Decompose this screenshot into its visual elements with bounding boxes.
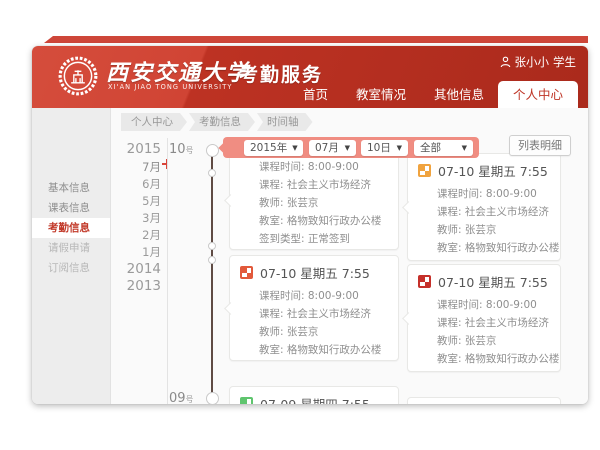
month-dropdown[interactable]: 07月 ▼ — [309, 140, 356, 156]
main-content: 个人中心 考勤信息 时间轴 2015 7月 6月 5月 3月 2月 1月 201… — [110, 108, 588, 404]
timeline-nav-mar[interactable]: 3月 — [111, 210, 161, 226]
sidebar: 基本信息 课表信息 考勤信息 请假申请 订阅信息 — [32, 108, 110, 404]
card-line: 课程时间: 8:00-9:00 — [418, 296, 550, 314]
user-account[interactable]: 张小小 学生 — [500, 55, 577, 69]
nav-personal-center[interactable]: 个人中心 — [498, 81, 578, 108]
attendance-status-icon — [418, 275, 431, 288]
card-date-title: 07-10 星期五 7:55 — [438, 161, 548, 180]
card-line: 教师: 张芸京 — [418, 221, 550, 239]
year-dropdown[interactable]: 2015年 ▼ — [244, 140, 303, 156]
card-line: 课程: 社会主义市场经济 — [418, 203, 550, 221]
card-line: 教师: 张芸京 — [418, 332, 550, 350]
card-line: 签到类型: 正常签到 — [418, 368, 550, 371]
timeline-nav-feb[interactable]: 2月 — [111, 227, 161, 243]
main-nav: 首页 教室情况 其他信息 个人中心 — [289, 81, 578, 108]
nav-classrooms[interactable]: 教室情况 — [342, 81, 420, 108]
breadcrumb-personal-center[interactable]: 个人中心 — [121, 113, 187, 131]
type-dropdown[interactable]: 全部 ▼ — [414, 140, 473, 156]
card-line: 课程时间: 8:00-9:00 — [240, 158, 388, 176]
timeline-node-big-top — [206, 144, 219, 157]
card-line: 教室: 格物致知行政办公楼 — [418, 350, 550, 368]
timeline-axis — [211, 150, 213, 404]
sidebar-item-leave-request[interactable]: 请假申请 — [32, 238, 110, 258]
breadcrumb-attendance-info[interactable]: 考勤信息 — [189, 113, 255, 131]
attendance-card-1: 课程时间: 8:00-9:00 课程: 社会主义市场经济 教师: 张芸京 教室:… — [229, 150, 399, 250]
card-line: 签到类型: 正常签到 — [418, 257, 550, 260]
card-line: 教室: 格物致知行政办公楼 — [240, 341, 388, 359]
attendance-card-2: 07-10 星期五 7:55 课程时间: 8:00-9:00 课程: 社会主义市… — [407, 153, 561, 261]
top-accent-ribbon — [44, 36, 588, 43]
timeline-node-small-3 — [208, 256, 216, 264]
timeline-nav-jan[interactable]: 1月 — [111, 244, 161, 260]
month-dropdown-value: 07月 — [315, 140, 339, 155]
university-name-en: XI'AN JIAO TONG UNIVERSITY — [108, 83, 233, 91]
card-line: 教室: 格物致知行政办公楼 — [418, 239, 550, 257]
breadcrumb: 个人中心 考勤信息 时间轴 — [121, 113, 315, 131]
app-window: 西安交通大学 XI'AN JIAO TONG UNIVERSITY 考勤服务 张… — [32, 46, 588, 404]
xjtu-emblem-logo — [57, 55, 99, 97]
sidebar-item-attendance-info[interactable]: 考勤信息 — [32, 218, 110, 238]
day-marker-10: 10号 — [169, 142, 194, 157]
attendance-card-5: 07-09 星期四 7:55 — [229, 386, 399, 404]
chevron-down-icon: ▼ — [462, 144, 467, 152]
timeline-nav-2013[interactable]: 2013 — [111, 278, 161, 294]
timeline-nav-jul[interactable]: 7月 — [111, 159, 161, 175]
card-date-title: 07-09 星期四 7:55 — [260, 394, 370, 404]
card-line: 课程: 社会主义市场经济 — [240, 176, 388, 194]
day-dropdown[interactable]: 10日 ▼ — [361, 140, 408, 156]
card-line: 课程时间: 8:00-9:00 — [240, 287, 388, 305]
timeline-nav-jun[interactable]: 6月 — [111, 176, 161, 192]
nav-home[interactable]: 首页 — [289, 81, 342, 108]
person-icon — [500, 56, 511, 68]
timeline-node-small-1 — [208, 169, 216, 177]
chevron-down-icon: ▼ — [292, 144, 297, 152]
app-header: 西安交通大学 XI'AN JIAO TONG UNIVERSITY 考勤服务 张… — [32, 46, 588, 108]
date-filter-bar: 2015年 ▼ 07月 ▼ 10日 ▼ 全部 ▼ — [223, 137, 479, 158]
list-detail-button[interactable]: 列表明细 — [509, 135, 571, 156]
nav-other-info[interactable]: 其他信息 — [420, 81, 498, 108]
card-line: 签到类型: 正常签到 — [240, 359, 388, 360]
card-line: 课程: 社会主义市场经济 — [418, 314, 550, 332]
card-line: 教师: 张芸京 — [240, 194, 388, 212]
attendance-status-icon — [240, 266, 253, 279]
chevron-down-icon: ▼ — [345, 144, 350, 152]
attendance-status-icon — [418, 164, 431, 177]
user-role: 学生 — [553, 54, 576, 70]
page: 西安交通大学 XI'AN JIAO TONG UNIVERSITY 考勤服务 张… — [0, 0, 600, 450]
attendance-card-4: 07-10 星期五 7:55 课程时间: 8:00-9:00 课程: 社会主义市… — [407, 264, 561, 372]
user-name: 张小小 — [515, 54, 550, 70]
chevron-down-icon: ▼ — [397, 144, 402, 152]
attendance-status-icon — [240, 397, 253, 404]
day-marker-09: 09号 — [169, 391, 194, 404]
type-dropdown-value: 全部 — [420, 140, 441, 155]
attendance-card-6 — [407, 397, 561, 404]
timeline-nav-divider — [167, 138, 168, 404]
card-line: 教师: 张芸京 — [240, 323, 388, 341]
card-date-title: 07-10 星期五 7:55 — [260, 263, 370, 282]
card-line: 教室: 格物致知行政办公楼 — [240, 212, 388, 230]
card-line: 课程时间: 8:00-9:00 — [418, 185, 550, 203]
year-dropdown-value: 2015年 — [250, 140, 287, 155]
timeline-nav-2015[interactable]: 2015 — [111, 141, 161, 157]
timeline-node-small-2 — [208, 242, 216, 250]
timeline-node-big-bottom — [206, 392, 219, 404]
sidebar-item-schedule-info[interactable]: 课表信息 — [32, 198, 110, 218]
timeline-nav-2014[interactable]: 2014 — [111, 261, 161, 277]
card-line: 签到类型: 正常签到 — [240, 230, 388, 248]
day-dropdown-value: 10日 — [367, 140, 391, 155]
sidebar-item-basic-info[interactable]: 基本信息 — [32, 178, 110, 198]
attendance-card-3: 07-10 星期五 7:55 课程时间: 8:00-9:00 课程: 社会主义市… — [229, 255, 399, 361]
timeline-nav-may[interactable]: 5月 — [111, 193, 161, 209]
breadcrumb-timeline[interactable]: 时间轴 — [257, 113, 313, 131]
card-date-title: 07-10 星期五 7:55 — [438, 272, 548, 291]
sidebar-item-subscription-info[interactable]: 订阅信息 — [32, 258, 110, 278]
card-line: 课程: 社会主义市场经济 — [240, 305, 388, 323]
